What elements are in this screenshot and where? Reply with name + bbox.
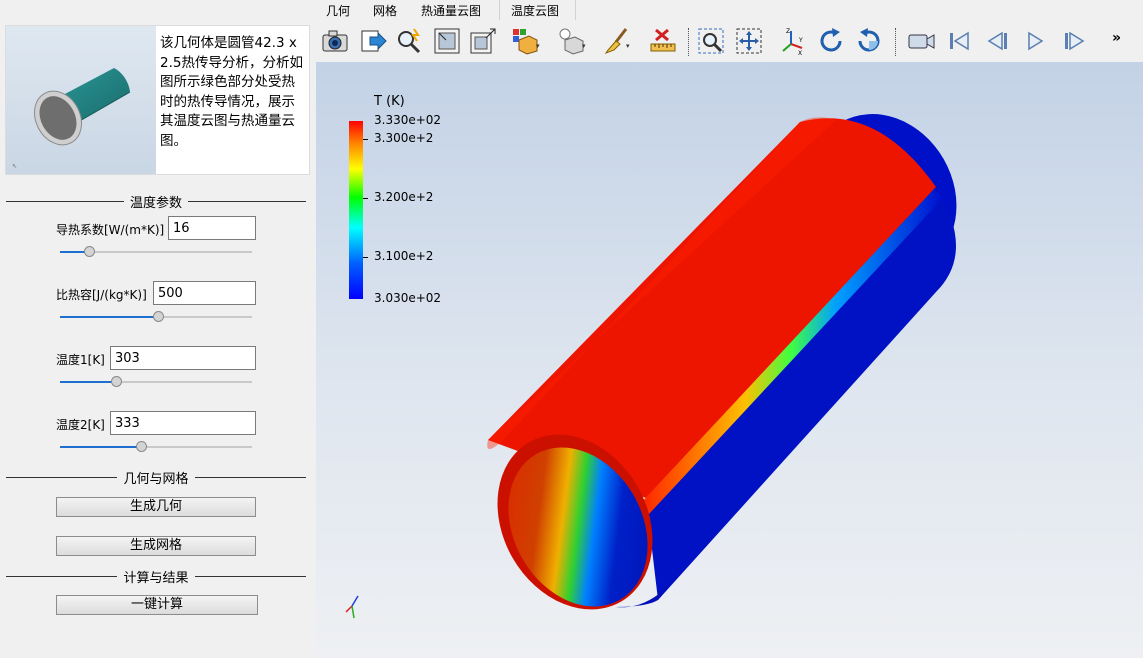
specific-heat-slider[interactable] xyxy=(60,311,252,323)
light-object-icon[interactable]: ▾ xyxy=(556,26,586,56)
section-title-temperature: 温度参数 xyxy=(123,196,188,211)
svg-text:Y: Y xyxy=(798,37,803,44)
section-temperature-params: 温度参数 xyxy=(6,194,306,211)
temp1-input[interactable]: 303 xyxy=(110,346,256,370)
brush-icon[interactable]: ▾ xyxy=(602,26,632,56)
slider-thumb[interactable] xyxy=(83,246,95,257)
temp2-slider[interactable] xyxy=(60,441,252,453)
step-back-icon[interactable] xyxy=(982,26,1012,56)
play-icon[interactable] xyxy=(1020,26,1050,56)
geometry-preview: ↖ 该几何体是圆管42.3 x 2.5热传导分析，分析如图所示绿色部分处受热时的… xyxy=(5,25,310,175)
export-icon[interactable] xyxy=(358,26,388,56)
color-object-icon[interactable]: ▾ xyxy=(510,26,540,56)
menu-geometry[interactable]: 几何 xyxy=(326,2,350,19)
generate-geometry-button[interactable]: 生成几何 xyxy=(56,497,256,517)
generate-mesh-button[interactable]: 生成网格 xyxy=(56,536,256,556)
svg-text:▾: ▾ xyxy=(536,42,540,50)
temp2-input[interactable]: 333 xyxy=(110,411,256,435)
param-label-specific-heat: 比热容[J/(kg*K)] xyxy=(56,288,147,302)
section-title-geometry: 几何与网格 xyxy=(117,472,195,487)
zoom-box-icon[interactable] xyxy=(696,26,726,56)
slider-thumb[interactable] xyxy=(135,441,147,452)
ruler-clear-icon[interactable] xyxy=(648,26,678,56)
specific-heat-input[interactable]: 500 xyxy=(153,281,256,305)
conductivity-input[interactable]: 16 xyxy=(168,216,256,240)
camera-icon[interactable] xyxy=(320,26,350,56)
skip-first-icon[interactable] xyxy=(944,26,974,56)
section-title-compute: 计算与结果 xyxy=(117,571,195,586)
fit-view-icon[interactable] xyxy=(432,26,462,56)
toolbar: ▾ ▾ ▾ Z YX » xyxy=(316,22,1143,62)
rotate-cw-icon[interactable] xyxy=(816,26,846,56)
section-compute-results: 计算与结果 xyxy=(6,569,306,586)
one-click-compute-button[interactable]: 一键计算 xyxy=(56,595,258,615)
conductivity-slider[interactable] xyxy=(60,246,252,258)
left-panel: ↖ 该几何体是圆管42.3 x 2.5热传导分析，分析如图所示绿色部分处受热时的… xyxy=(0,0,313,658)
slider-thumb[interactable] xyxy=(110,376,122,387)
pan-icon[interactable] xyxy=(734,26,764,56)
temp1-slider[interactable] xyxy=(60,376,252,388)
svg-text:Z: Z xyxy=(786,28,790,35)
skip-last-icon[interactable] xyxy=(1058,26,1088,56)
param-label-temp2: 温度2[K] xyxy=(56,418,105,432)
section-geometry-mesh: 几何与网格 xyxy=(6,470,306,487)
toolbar-overflow-button[interactable]: » xyxy=(1112,30,1142,60)
rotate-ccw-icon[interactable] xyxy=(854,26,884,56)
orientation-axes-icon xyxy=(345,595,359,619)
menu-temperature[interactable]: 温度云图 xyxy=(511,2,559,19)
preview-description: 该几何体是圆管42.3 x 2.5热传导分析，分析如图所示绿色部分处受热时的热传… xyxy=(160,35,303,149)
svg-text:X: X xyxy=(798,50,802,56)
svg-text:▾: ▾ xyxy=(582,42,586,50)
pipe-temperature-contour xyxy=(487,114,957,610)
expand-view-icon[interactable] xyxy=(468,26,498,56)
render-viewport[interactable]: T (K) 3.330e+02 3.300e+2 3.200e+2 3.100e+2… xyxy=(316,62,1143,658)
zoom-magic-icon[interactable] xyxy=(394,26,424,56)
menu-mesh[interactable]: 网格 xyxy=(373,2,397,19)
param-label-conductivity: 导热系数[W/(m*K)] xyxy=(56,223,165,237)
param-label-temp1: 温度1[K] xyxy=(56,353,105,367)
svg-text:▾: ▾ xyxy=(626,42,630,50)
pipe-thumbnail: ↖ xyxy=(6,26,156,174)
menu-bar: 几何 网格 热通量云图 温度云图 xyxy=(313,0,1143,20)
video-icon[interactable] xyxy=(906,26,936,56)
svg-text:↖: ↖ xyxy=(12,163,17,170)
slider-thumb[interactable] xyxy=(152,311,164,322)
axes-icon[interactable]: Z YX xyxy=(778,26,808,57)
menu-heat-flux[interactable]: 热通量云图 xyxy=(421,2,481,19)
